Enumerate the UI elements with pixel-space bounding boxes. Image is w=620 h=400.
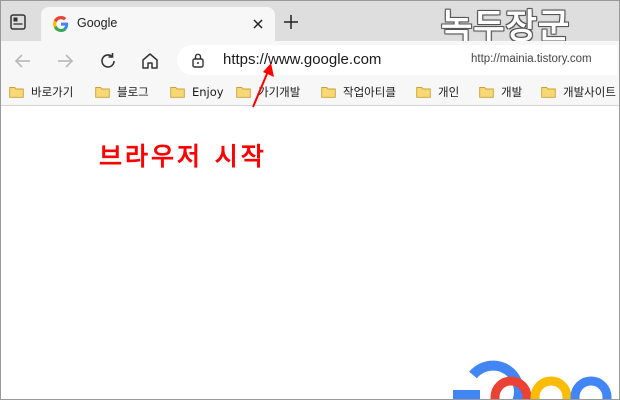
bookmark-label: 개인 (438, 85, 460, 99)
watermark-url: http://mainia.tistory.com (471, 53, 592, 65)
bookmark-label: 개발사이트 (563, 85, 616, 99)
google-g-icon (53, 16, 69, 32)
bookmark-label: 블로그 (117, 85, 149, 99)
bookmarks-bar: 바로가기 블로그 Enjoy 가기개발 작업아티클 개인 개발 개발사이트 (1, 79, 619, 106)
tab-strip: Google 녹두장군 (1, 1, 619, 47)
bookmark-folder[interactable]: 바로가기 (9, 83, 73, 101)
bookmark-folder[interactable]: 개인 (416, 83, 459, 101)
browser-window: Google 녹두장군 https://www.google.com http:… (0, 0, 620, 400)
bookmark-folder[interactable]: Enjoy (170, 83, 224, 101)
bookmark-folder[interactable]: 작업아티클 (321, 83, 396, 101)
folder-icon (95, 87, 110, 98)
watermark-title: 녹두장군 (441, 7, 571, 47)
bookmark-label: 바로가기 (31, 85, 74, 99)
bookmark-label: Enjoy (192, 85, 224, 99)
bookmark-folder[interactable]: 개발사이트 (541, 83, 616, 101)
tab-title: Google (77, 16, 118, 30)
red-arrow-annotation (252, 63, 274, 108)
lock-icon[interactable] (191, 52, 205, 68)
home-icon[interactable] (139, 50, 161, 72)
url-text[interactable]: https://www.google.com (223, 51, 381, 68)
refresh-icon[interactable] (97, 50, 119, 72)
tab-google[interactable]: Google (41, 7, 275, 41)
bookmark-label: 작업아티클 (343, 85, 396, 99)
folder-icon (321, 87, 336, 98)
google-logo (453, 360, 612, 399)
annotation-text: 브라우저 시작 (99, 142, 267, 171)
new-tab-plus-icon[interactable] (282, 13, 300, 31)
forward-arrow-icon[interactable] (54, 50, 76, 72)
window-menu-icon[interactable] (9, 13, 27, 31)
folder-icon (416, 87, 431, 98)
folder-icon (170, 87, 185, 98)
folder-icon (479, 87, 494, 98)
bookmark-folder[interactable]: 개발 (479, 83, 522, 101)
folder-icon (541, 87, 556, 98)
bookmark-label: 개발 (501, 85, 523, 99)
close-icon[interactable] (249, 15, 267, 33)
bookmark-folder[interactable]: 블로그 (95, 83, 149, 101)
folder-icon (9, 87, 24, 98)
back-arrow-icon[interactable] (12, 50, 34, 72)
